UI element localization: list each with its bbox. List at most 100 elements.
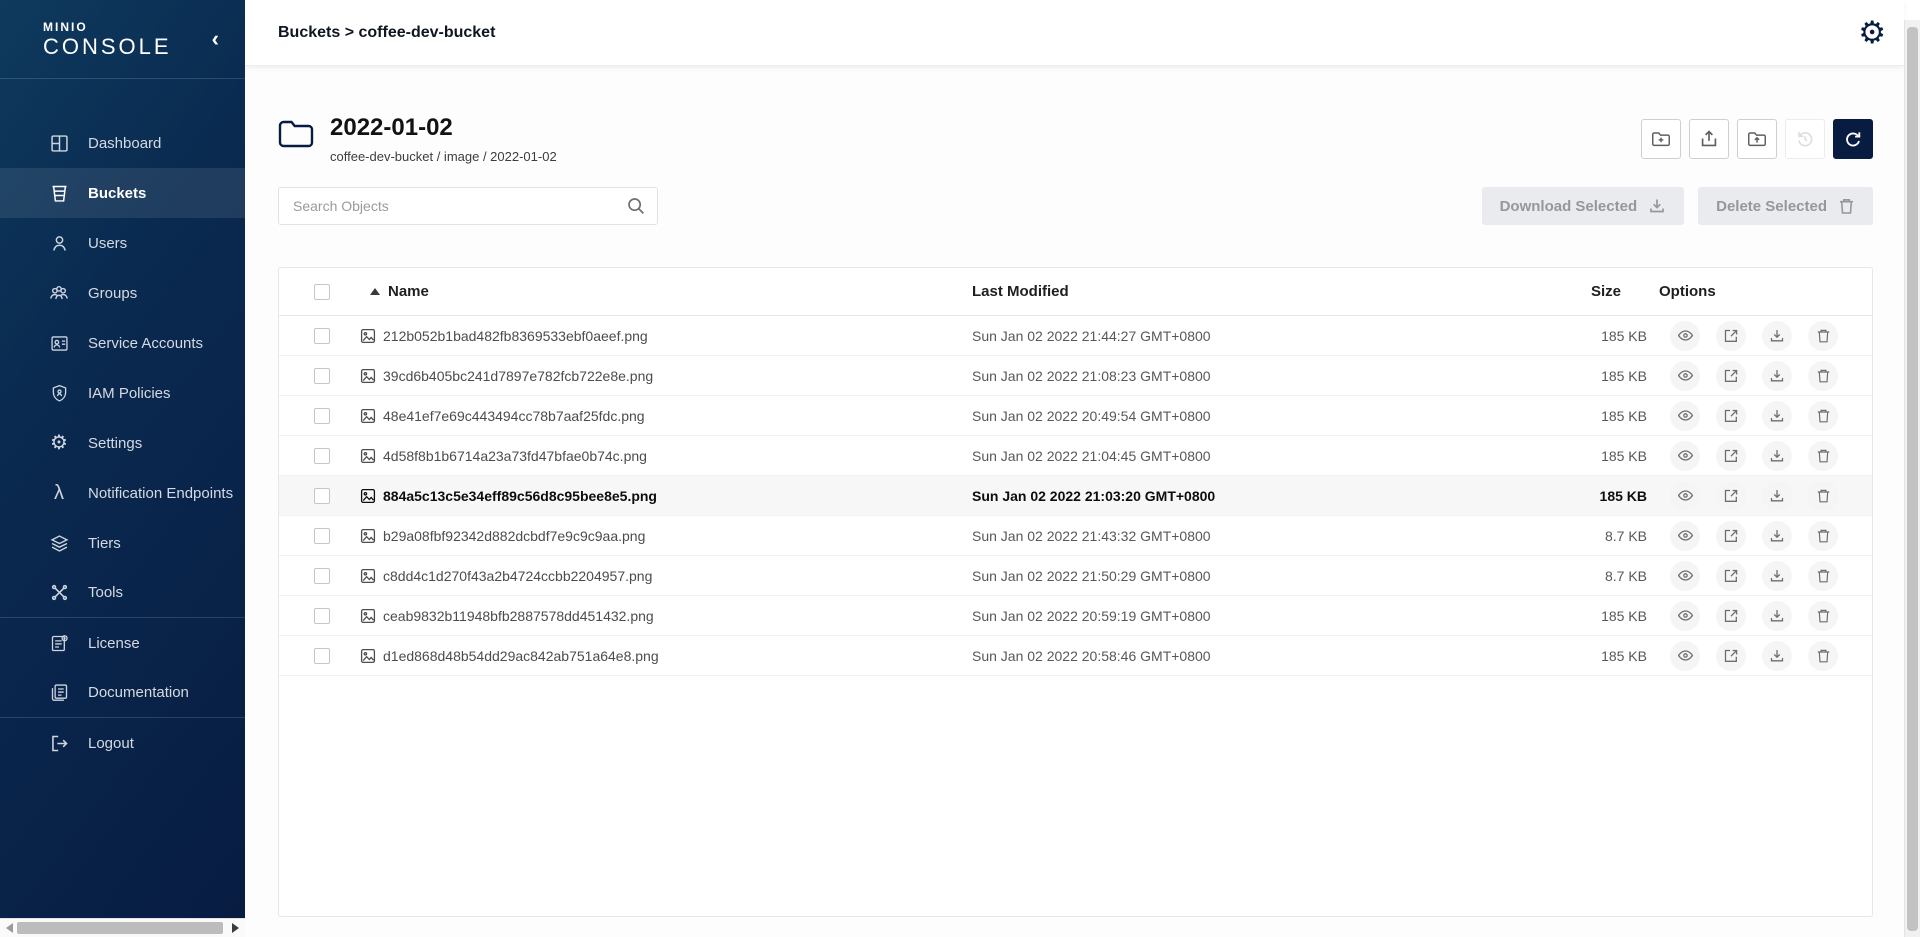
object-last-modified: Sun Jan 02 2022 21:03:20 GMT+0800	[972, 488, 1527, 504]
download-selected-button[interactable]: Download Selected	[1482, 187, 1685, 225]
vertical-scrollbar-thumb[interactable]	[1907, 27, 1918, 931]
select-all-checkbox[interactable]	[314, 284, 330, 300]
new-folder-button[interactable]	[1641, 119, 1681, 159]
delete-button[interactable]	[1808, 321, 1838, 351]
table-row[interactable]: 212b052b1bad482fb8369533ebf0aeef.png Sun…	[279, 316, 1872, 356]
horizontal-scrollbar-thumb[interactable]	[17, 922, 223, 934]
sidebar-item-tools[interactable]: Tools	[0, 568, 245, 618]
upload-file-button[interactable]	[1689, 119, 1729, 159]
vertical-scrollbar[interactable]	[1904, 20, 1920, 937]
shield-icon	[48, 382, 70, 404]
share-button[interactable]	[1716, 521, 1746, 551]
row-checkbox[interactable]	[314, 528, 330, 544]
share-button[interactable]	[1716, 641, 1746, 671]
sidebar-item-tiers[interactable]: Tiers	[0, 518, 245, 568]
preview-button[interactable]	[1670, 561, 1700, 591]
scroll-right-arrow[interactable]	[232, 923, 239, 933]
download-button[interactable]	[1762, 481, 1792, 511]
groups-icon	[48, 282, 70, 304]
refresh-button[interactable]	[1833, 119, 1873, 159]
search-input[interactable]	[278, 187, 658, 225]
scroll-left-arrow[interactable]	[6, 923, 13, 933]
upload-folder-button[interactable]	[1737, 119, 1777, 159]
preview-button[interactable]	[1670, 601, 1700, 631]
trash-icon	[1816, 448, 1831, 464]
sidebar-item-buckets[interactable]: Buckets	[0, 168, 245, 218]
preview-button[interactable]	[1670, 441, 1700, 471]
delete-button[interactable]	[1808, 561, 1838, 591]
table-row[interactable]: 4d58f8b1b6714a23a73fd47bfae0b74c.png Sun…	[279, 436, 1872, 476]
horizontal-scrollbar[interactable]	[0, 918, 245, 937]
share-button[interactable]	[1716, 601, 1746, 631]
delete-button[interactable]	[1808, 521, 1838, 551]
preview-button[interactable]	[1670, 481, 1700, 511]
delete-button[interactable]	[1808, 601, 1838, 631]
row-checkbox[interactable]	[314, 448, 330, 464]
delete-button[interactable]	[1808, 441, 1838, 471]
table-row[interactable]: d1ed868d48b54dd29ac842ab751a64e8.png Sun…	[279, 636, 1872, 676]
table-row[interactable]: 48e41ef7e69c443494cc78b7aaf25fdc.png Sun…	[279, 396, 1872, 436]
preview-button[interactable]	[1670, 361, 1700, 391]
delete-button[interactable]	[1808, 641, 1838, 671]
gear-icon[interactable]: ⚙	[1858, 17, 1886, 48]
sidebar-item-dashboard[interactable]: Dashboard	[0, 118, 245, 168]
share-button[interactable]	[1716, 321, 1746, 351]
download-button[interactable]	[1762, 321, 1792, 351]
delete-button[interactable]	[1808, 481, 1838, 511]
download-button[interactable]	[1762, 521, 1792, 551]
object-name: ceab9832b11948bfb2887578dd451432.png	[383, 608, 654, 624]
sidebar-item-license[interactable]: License	[0, 618, 245, 668]
row-checkbox[interactable]	[314, 368, 330, 384]
share-button[interactable]	[1716, 441, 1746, 471]
preview-button[interactable]	[1670, 521, 1700, 551]
sidebar-item-documentation[interactable]: Documentation	[0, 668, 245, 718]
preview-button[interactable]	[1670, 321, 1700, 351]
download-button[interactable]	[1762, 641, 1792, 671]
table-row[interactable]: c8dd4c1d270f43a2b4724ccbb2204957.png Sun…	[279, 556, 1872, 596]
sidebar-item-settings[interactable]: ⚙ Settings	[0, 418, 245, 468]
preview-button[interactable]	[1670, 641, 1700, 671]
object-last-modified: Sun Jan 02 2022 21:08:23 GMT+0800	[972, 368, 1527, 384]
download-button[interactable]	[1762, 601, 1792, 631]
row-checkbox[interactable]	[314, 648, 330, 664]
share-button[interactable]	[1716, 361, 1746, 391]
row-checkbox[interactable]	[314, 488, 330, 504]
breadcrumb[interactable]: Buckets > coffee-dev-bucket	[278, 24, 495, 42]
column-header-name[interactable]: Name	[349, 283, 972, 300]
object-name: b29a08fbf92342d882dcbdf7e9c9c9aa.png	[383, 528, 645, 544]
row-checkbox[interactable]	[314, 328, 330, 344]
sidebar-item-notification-endpoints[interactable]: λ Notification Endpoints	[0, 468, 245, 518]
share-button[interactable]	[1716, 401, 1746, 431]
top-header-bar: Buckets > coffee-dev-bucket ⚙	[245, 0, 1904, 66]
sidebar-item-service-accounts[interactable]: Service Accounts	[0, 318, 245, 368]
row-checkbox[interactable]	[314, 608, 330, 624]
sidebar-item-groups[interactable]: Groups	[0, 268, 245, 318]
documentation-icon	[48, 682, 70, 704]
download-button[interactable]	[1762, 441, 1792, 471]
trash-icon	[1816, 608, 1831, 624]
download-button[interactable]	[1762, 401, 1792, 431]
share-button[interactable]	[1716, 481, 1746, 511]
share-button[interactable]	[1716, 561, 1746, 591]
download-button[interactable]	[1762, 561, 1792, 591]
rewind-button[interactable]	[1785, 119, 1825, 159]
delete-button[interactable]	[1808, 361, 1838, 391]
chevron-left-icon[interactable]: ‹	[206, 26, 225, 52]
table-row[interactable]: 884a5c13c5e34eff89c56d8c95bee8e5.png Sun…	[279, 476, 1872, 516]
trash-icon	[1816, 368, 1831, 384]
row-checkbox[interactable]	[314, 408, 330, 424]
delete-button[interactable]	[1808, 401, 1838, 431]
sidebar-item-logout[interactable]: Logout	[0, 718, 245, 768]
download-button[interactable]	[1762, 361, 1792, 391]
delete-selected-button[interactable]: Delete Selected	[1698, 187, 1873, 225]
eye-icon	[1677, 487, 1694, 504]
sidebar-item-users[interactable]: Users	[0, 218, 245, 268]
object-size: 185 KB	[1527, 488, 1647, 504]
table-row[interactable]: b29a08fbf92342d882dcbdf7e9c9c9aa.png Sun…	[279, 516, 1872, 556]
row-checkbox[interactable]	[314, 568, 330, 584]
sidebar-item-iam-policies[interactable]: IAM Policies	[0, 368, 245, 418]
folder-icon	[278, 119, 314, 149]
preview-button[interactable]	[1670, 401, 1700, 431]
table-row[interactable]: 39cd6b405bc241d7897e782fcb722e8e.png Sun…	[279, 356, 1872, 396]
table-row[interactable]: ceab9832b11948bfb2887578dd451432.png Sun…	[279, 596, 1872, 636]
